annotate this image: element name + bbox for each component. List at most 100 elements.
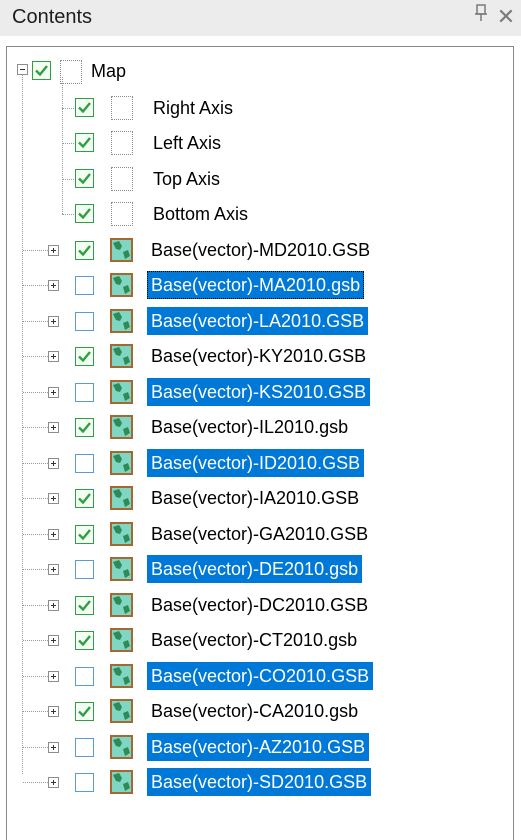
tree-item-layer[interactable]: Base(vector)-IL2010.gsb: [7, 410, 515, 446]
tree-item-label[interactable]: Base(vector)-CA2010.gsb: [147, 697, 362, 725]
tree-item-label[interactable]: Base(vector)-DE2010.gsb: [147, 555, 363, 583]
checkbox-unchecked[interactable]: [75, 737, 94, 757]
tree-item-layer[interactable]: Base(vector)-MA2010.gsb: [7, 268, 515, 304]
tree-connector: [62, 214, 74, 215]
tree-item-label[interactable]: Base(vector)-DC2010.GSB: [147, 591, 372, 619]
vector-layer-icon: [110, 557, 133, 581]
tree-item-layer[interactable]: Base(vector)-IA2010.GSB: [7, 481, 515, 517]
tree-item-map[interactable]: Map: [7, 55, 515, 91]
expand-icon[interactable]: [48, 777, 59, 788]
tree-item-layer[interactable]: Base(vector)-CA2010.gsb: [7, 694, 515, 730]
checkbox-checked[interactable]: [75, 631, 94, 650]
checkbox-checked[interactable]: [75, 240, 94, 260]
checkbox-checked[interactable]: [75, 347, 94, 366]
tree-item-label[interactable]: Base(vector)-CT2010.gsb: [147, 626, 361, 654]
expand-icon[interactable]: [48, 635, 59, 646]
tree-item-label[interactable]: Base(vector)-LA2010.GSB: [147, 306, 369, 335]
expand-icon[interactable]: [48, 351, 59, 362]
layer-tree[interactable]: Map Right Axis Left Axis Top Axis Bottom Axi…: [6, 46, 514, 840]
expand-icon[interactable]: [48, 528, 59, 540]
tree-item-label[interactable]: Bottom Axis: [149, 200, 252, 228]
checkbox-checked[interactable]: [75, 168, 94, 188]
tree-item-label[interactable]: Base(vector)-KS2010.GSB: [147, 377, 371, 406]
expand-icon[interactable]: [48, 422, 59, 433]
vector-layer-icon: [110, 628, 133, 652]
tree-item-axis[interactable]: Left Axis: [7, 126, 515, 162]
axis-icon: [111, 95, 133, 120]
tree-item-layer[interactable]: Base(vector)-KY2010.GSB: [7, 339, 515, 375]
checkbox-unchecked[interactable]: [75, 311, 94, 331]
checkbox-unchecked[interactable]: [75, 560, 94, 579]
tree-item-layer[interactable]: Base(vector)-ID2010.GSB: [7, 446, 515, 482]
pin-icon[interactable]: [470, 4, 492, 30]
vector-layer-icon: [110, 273, 133, 297]
vector-layer-icon: [110, 521, 133, 546]
tree-item-label[interactable]: Base(vector)-AZ2010.GSB: [147, 732, 370, 761]
tree-item-layer[interactable]: Base(vector)-SD2010.GSB: [7, 765, 515, 801]
tree-item-axis[interactable]: Top Axis: [7, 162, 515, 198]
vector-layer-icon: [110, 770, 133, 794]
expand-icon[interactable]: [48, 280, 59, 291]
expand-icon[interactable]: [48, 670, 59, 682]
tree-connector: [23, 604, 48, 606]
tree-item-label[interactable]: Base(vector)-KY2010.GSB: [147, 342, 370, 370]
tree-item-label[interactable]: Base(vector)-ID2010.GSB: [147, 448, 365, 477]
tree-item-label[interactable]: Base(vector)-IL2010.gsb: [147, 413, 352, 441]
tree-connector: [23, 640, 48, 641]
tree-item-layer[interactable]: Base(vector)-DC2010.GSB: [7, 588, 515, 624]
checkbox-checked[interactable]: [32, 61, 51, 80]
tree-item-label[interactable]: Top Axis: [149, 165, 224, 193]
tree-item-layer[interactable]: Base(vector)-GA2010.GSB: [7, 517, 515, 553]
expand-icon[interactable]: [48, 599, 59, 611]
tree-item-label[interactable]: Map: [87, 57, 130, 85]
checkbox-checked[interactable]: [75, 595, 94, 615]
tree-item-label[interactable]: Base(vector)-IA2010.GSB: [147, 484, 363, 512]
tree-item-axis[interactable]: Bottom Axis: [7, 197, 515, 233]
tree-item-label[interactable]: Left Axis: [149, 129, 225, 157]
tree-item-layer[interactable]: Base(vector)-LA2010.GSB: [7, 304, 515, 340]
tree-connector: [23, 782, 48, 783]
tree-item-axis[interactable]: Right Axis: [7, 76, 515, 214]
tree-item-layer[interactable]: Base(vector)-AZ2010.GSB: [7, 730, 515, 766]
tree-item-layer[interactable]: Base(vector)-KS2010.GSB: [7, 375, 515, 411]
expand-icon[interactable]: [48, 386, 59, 398]
expand-icon[interactable]: [48, 315, 59, 327]
tree-item-label[interactable]: Base(vector)-MA2010.gsb: [147, 271, 365, 299]
expand-icon[interactable]: [48, 457, 59, 469]
tree-item-label[interactable]: Base(vector)-CO2010.GSB: [147, 661, 374, 690]
close-icon[interactable]: ✕: [495, 4, 517, 30]
checkbox-unchecked[interactable]: [75, 666, 94, 686]
tree-item-layer[interactable]: Base(vector)-DE2010.gsb: [7, 552, 515, 588]
checkbox-unchecked[interactable]: [75, 276, 94, 295]
collapse-icon[interactable]: [17, 64, 28, 75]
tree-item-label[interactable]: Right Axis: [149, 94, 237, 122]
checkbox-checked[interactable]: [75, 524, 94, 544]
tree-connector: [23, 356, 48, 357]
tree-item-layer[interactable]: Base(vector)-CO2010.GSB: [7, 659, 515, 695]
expand-icon[interactable]: [48, 564, 59, 575]
expand-icon[interactable]: [48, 741, 59, 753]
tree-item-label[interactable]: Base(vector)-GA2010.GSB: [147, 520, 372, 548]
tree-item-label[interactable]: Base(vector)-SD2010.GSB: [147, 768, 372, 796]
checkbox-unchecked[interactable]: [75, 453, 94, 473]
tree-connector: [23, 746, 48, 748]
tree-connector: [23, 498, 48, 499]
tree-item-layer[interactable]: Base(vector)-MD2010.GSB: [7, 233, 515, 269]
checkbox-checked[interactable]: [75, 97, 94, 117]
expand-icon[interactable]: [48, 493, 59, 504]
tree-item-layer[interactable]: Base(vector)-CT2010.gsb: [7, 623, 515, 659]
checkbox-checked[interactable]: [75, 418, 94, 437]
vector-layer-icon: [110, 486, 133, 510]
checkbox-checked[interactable]: [75, 489, 94, 508]
checkbox-checked[interactable]: [75, 702, 94, 721]
checkbox-checked[interactable]: [75, 133, 94, 152]
expand-icon[interactable]: [48, 244, 59, 256]
checkbox-unchecked[interactable]: [75, 382, 94, 402]
checkbox-unchecked[interactable]: [75, 773, 94, 792]
expand-icon[interactable]: [48, 706, 59, 717]
contents-panel: Contents ✕ Map Right Axis Left Axis Top Axi…: [0, 0, 521, 840]
tree-item-label[interactable]: Base(vector)-MD2010.GSB: [147, 236, 374, 264]
checkbox-checked[interactable]: [75, 204, 94, 223]
tree-connector: [62, 107, 74, 109]
panel-title: Contents: [12, 6, 93, 28]
